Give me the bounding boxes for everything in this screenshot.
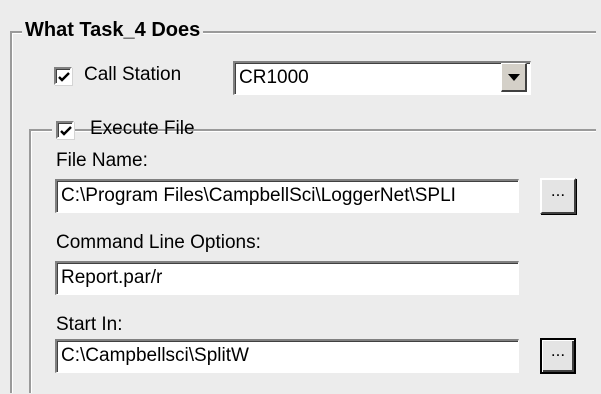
start-in-label: Start In: bbox=[56, 314, 123, 335]
file-name-label: File Name: bbox=[56, 150, 148, 171]
group-title: What Task_4 Does bbox=[22, 18, 204, 42]
file-name-browse-button[interactable]: ... bbox=[540, 178, 576, 214]
execute-file-legend: Execute File bbox=[52, 118, 195, 142]
chevron-down-icon bbox=[508, 74, 520, 81]
command-line-label: Command Line Options: bbox=[56, 232, 261, 253]
checkmark-icon bbox=[58, 72, 70, 82]
call-station-label: Call Station bbox=[84, 64, 182, 85]
call-station-checkbox[interactable] bbox=[54, 67, 72, 85]
station-dropdown-button[interactable] bbox=[501, 63, 527, 92]
station-select-value: CR1000 bbox=[239, 67, 309, 88]
execute-file-label: Execute File bbox=[90, 118, 195, 139]
start-in-input[interactable]: C:\Campbellsci\SplitW bbox=[55, 339, 519, 373]
task-panel: What Task_4 Does Call Station CR1000 Exe… bbox=[0, 0, 601, 394]
start-in-browse-button[interactable]: ... bbox=[540, 338, 576, 374]
file-name-input[interactable]: C:\Program Files\CampbellSci\LoggerNet\S… bbox=[55, 179, 519, 213]
checkmark-icon bbox=[60, 126, 72, 136]
station-select[interactable]: CR1000 bbox=[233, 61, 531, 95]
command-line-input[interactable]: Report.par/r bbox=[55, 261, 519, 295]
execute-file-checkbox[interactable] bbox=[56, 121, 74, 139]
